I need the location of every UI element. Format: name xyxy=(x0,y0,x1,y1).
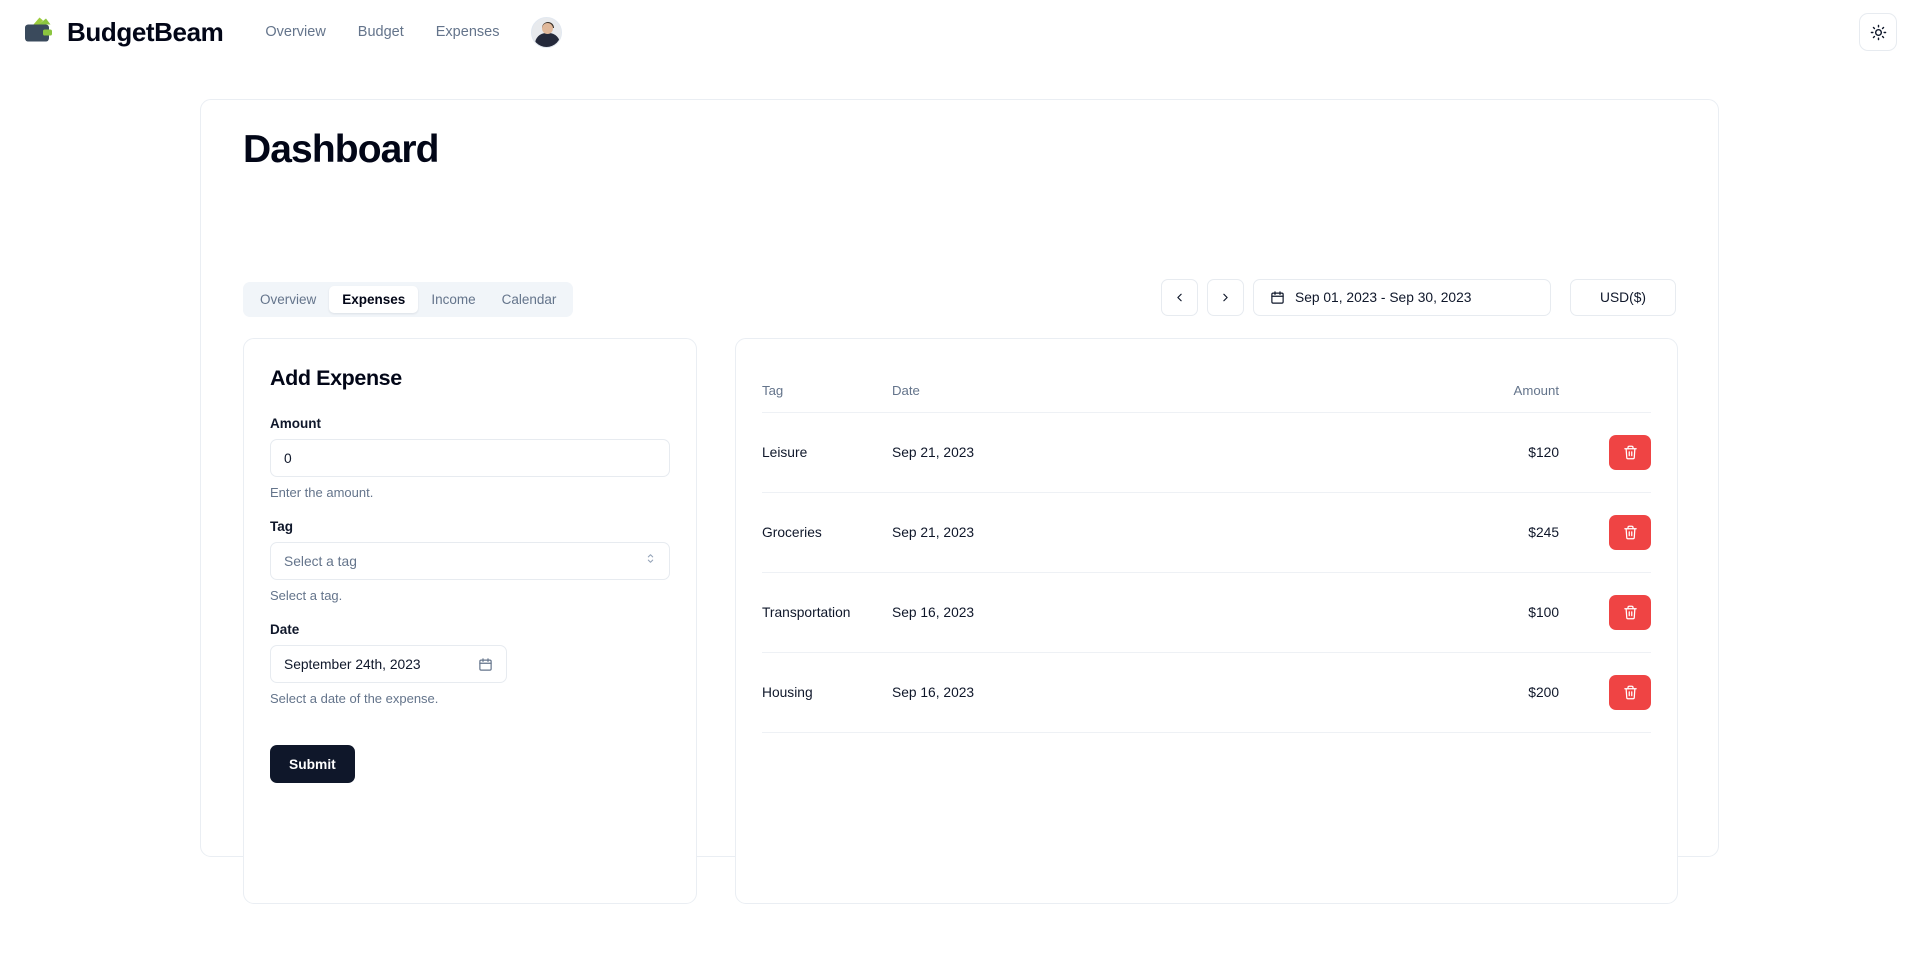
delete-expense-button[interactable] xyxy=(1609,435,1651,470)
date-range-controls: Sep 01, 2023 - Sep 30, 2023 USD($) xyxy=(1161,279,1676,316)
date-field-group: Date September 24th, 2023 Select a date … xyxy=(270,622,670,706)
brand-logo[interactable]: BudgetBeam xyxy=(22,15,224,49)
calendar-icon xyxy=(1271,291,1284,304)
cell-amount: $200 xyxy=(1192,652,1579,733)
table-row: Transportation Sep 16, 2023 $100 xyxy=(762,572,1651,653)
expenses-table: Tag Date Amount Leisure Sep 21, 2023 $120 G… xyxy=(762,363,1651,733)
add-expense-title: Add Expense xyxy=(270,366,402,390)
cell-amount: $120 xyxy=(1192,412,1579,493)
expenses-table-head: Tag Date Amount xyxy=(762,363,1651,413)
tag-select[interactable]: Select a tag xyxy=(270,542,670,580)
wallet-icon xyxy=(25,17,52,42)
nav-links: Overview Budget Expenses xyxy=(265,24,499,40)
table-header-row: Tag Date Amount xyxy=(762,363,1651,413)
cell-amount: $100 xyxy=(1192,572,1579,653)
prev-period-button[interactable] xyxy=(1161,279,1198,316)
currency-button[interactable]: USD($) xyxy=(1570,279,1676,316)
cell-tag: Leisure xyxy=(762,412,892,493)
tab-expenses[interactable]: Expenses xyxy=(329,286,419,313)
delete-expense-button[interactable] xyxy=(1609,595,1651,630)
cell-actions xyxy=(1579,412,1651,493)
date-range-button[interactable]: Sep 01, 2023 - Sep 30, 2023 xyxy=(1253,279,1551,316)
next-period-button[interactable] xyxy=(1207,279,1244,316)
avatar-body xyxy=(535,32,561,47)
date-label: Date xyxy=(270,622,300,637)
table-row: Leisure Sep 21, 2023 $120 xyxy=(762,412,1651,493)
date-picker-button[interactable]: September 24th, 2023 xyxy=(270,645,507,683)
cell-date: Sep 16, 2023 xyxy=(892,652,1192,733)
cell-date: Sep 21, 2023 xyxy=(892,492,1192,573)
header-tag: Tag xyxy=(762,363,892,413)
cell-date: Sep 21, 2023 xyxy=(892,412,1192,493)
date-helper-text: Select a date of the expense. xyxy=(270,691,439,706)
trash-icon xyxy=(1623,685,1637,700)
trash-icon xyxy=(1623,525,1637,540)
date-range-text: Sep 01, 2023 - Sep 30, 2023 xyxy=(1295,290,1472,305)
cell-actions xyxy=(1579,492,1651,573)
dashboard-card: Dashboard Overview Expenses Income Calen… xyxy=(200,99,1719,904)
table-row: Groceries Sep 21, 2023 $245 xyxy=(762,492,1651,573)
header-actions xyxy=(1579,363,1651,413)
top-navigation-bar: BudgetBeam Overview Budget Expenses xyxy=(0,0,1919,64)
tag-field-group: Tag Select a tag Select a tag. xyxy=(270,519,670,603)
trash-icon xyxy=(1623,445,1637,460)
cell-date: Sep 16, 2023 xyxy=(892,572,1192,653)
header-date: Date xyxy=(892,363,1192,413)
theme-toggle-button[interactable] xyxy=(1859,13,1897,51)
delete-expense-button[interactable] xyxy=(1609,515,1651,550)
cell-tag: Groceries xyxy=(762,492,892,573)
nav-link-budget[interactable]: Budget xyxy=(358,24,404,40)
tab-calendar[interactable]: Calendar xyxy=(489,286,570,313)
table-row: Housing Sep 16, 2023 $200 xyxy=(762,652,1651,733)
cell-tag: Housing xyxy=(762,652,892,733)
tab-income[interactable]: Income xyxy=(418,286,488,313)
chevron-left-icon xyxy=(1177,293,1182,302)
nav-link-overview[interactable]: Overview xyxy=(265,24,325,40)
amount-field-group: Amount Enter the amount. xyxy=(270,416,670,500)
header-amount: Amount xyxy=(1192,363,1579,413)
cell-amount: $245 xyxy=(1192,492,1579,573)
sun-icon xyxy=(1870,24,1886,40)
cell-actions xyxy=(1579,652,1651,733)
page-title: Dashboard xyxy=(243,128,440,171)
amount-input[interactable] xyxy=(270,439,670,477)
tab-overview[interactable]: Overview xyxy=(247,286,329,313)
dashboard-tabs: Overview Expenses Income Calendar xyxy=(243,282,574,317)
amount-label: Amount xyxy=(270,416,321,431)
calendar-icon xyxy=(479,657,492,671)
expenses-table-body: Leisure Sep 21, 2023 $120 Groceries Sep 21, … xyxy=(762,412,1651,733)
tag-helper-text: Select a tag. xyxy=(270,588,343,603)
brand-name: BudgetBeam xyxy=(67,16,224,47)
trash-icon xyxy=(1623,605,1637,620)
tag-label: Tag xyxy=(270,519,293,534)
chevron-right-icon xyxy=(1223,293,1228,302)
amount-helper-text: Enter the amount. xyxy=(270,485,374,500)
expenses-table-card: Tag Date Amount Leisure Sep 21, 2023 $120 G… xyxy=(735,338,1678,904)
add-expense-card: Add Expense Amount Enter the amount. Tag… xyxy=(243,338,697,904)
cell-actions xyxy=(1579,572,1651,653)
tag-select-wrapper: Select a tag xyxy=(270,542,670,580)
avatar-head xyxy=(542,22,554,34)
nav-link-expenses[interactable]: Expenses xyxy=(436,24,500,40)
delete-expense-button[interactable] xyxy=(1609,675,1651,710)
date-picker-value: September 24th, 2023 xyxy=(284,656,421,672)
submit-button[interactable]: Submit xyxy=(270,745,355,783)
avatar[interactable] xyxy=(531,16,563,48)
cell-tag: Transportation xyxy=(762,572,892,653)
